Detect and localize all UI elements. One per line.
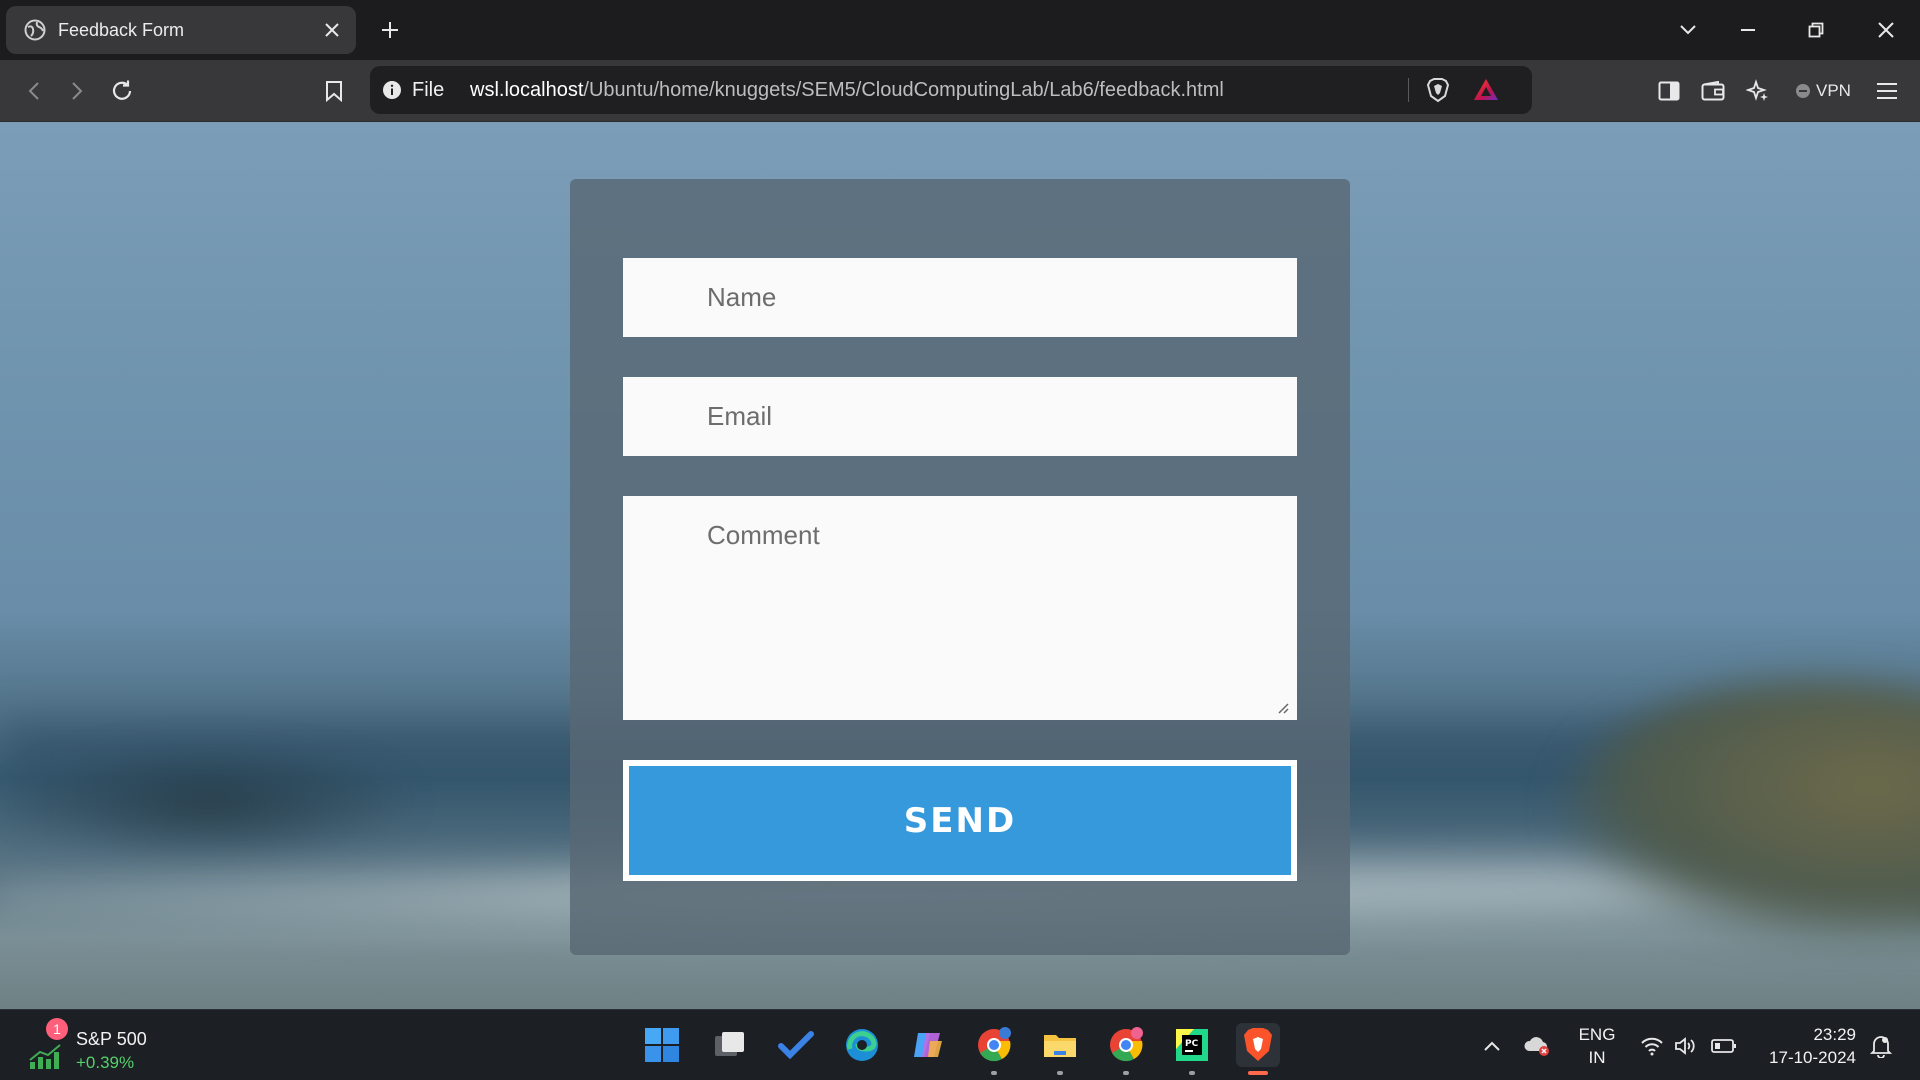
running-indicator	[991, 1071, 997, 1075]
chrome-icon[interactable]	[972, 1023, 1016, 1075]
notification-badge: 1	[46, 1018, 68, 1040]
stock-name: S&P 500	[76, 1029, 147, 1049]
send-button[interactable]: SEND	[623, 760, 1297, 881]
browser-toolbar: File wsl.localhost/Ubuntu/home/knuggets/…	[0, 60, 1920, 122]
comment-field[interactable]	[623, 496, 1297, 720]
vpn-status-icon	[1796, 84, 1810, 98]
info-icon[interactable]	[382, 80, 402, 100]
running-indicator	[1057, 1071, 1063, 1075]
svg-text:PC: PC	[1185, 1039, 1199, 1049]
clock[interactable]: 23:29 17-10-2024	[1750, 1023, 1856, 1069]
scheme-label: File	[412, 79, 445, 101]
email-field[interactable]	[623, 377, 1297, 456]
stock-chart-icon	[28, 1042, 64, 1070]
language-indicator[interactable]: ENG IN	[1572, 1023, 1622, 1069]
resize-grip-icon[interactable]	[1274, 699, 1290, 715]
copilot-icon[interactable]	[906, 1023, 950, 1067]
menu-icon[interactable]	[1870, 74, 1904, 108]
edge-icon[interactable]	[840, 1023, 884, 1067]
tab-feedback-form[interactable]: Feedback Form	[6, 6, 356, 54]
tab-title: Feedback Form	[58, 20, 185, 40]
minimize-icon[interactable]	[1732, 14, 1764, 46]
url-text[interactable]: wsl.localhost/Ubuntu/home/knuggets/SEM5/…	[470, 79, 1224, 102]
tab-strip: Feedback Form	[0, 0, 1920, 60]
sidebar-icon[interactable]	[1652, 74, 1686, 108]
bookmark-icon[interactable]	[317, 74, 351, 108]
pycharm-icon[interactable]: PC	[1170, 1023, 1214, 1075]
onedrive-error-icon[interactable]	[1522, 1026, 1552, 1066]
back-icon[interactable]	[17, 74, 51, 108]
wallet-icon[interactable]	[1696, 74, 1730, 108]
stock-change: +0.39%	[76, 1053, 135, 1072]
page-viewport: SEND	[0, 122, 1920, 1009]
restore-icon[interactable]	[1800, 14, 1832, 46]
active-indicator	[1248, 1071, 1268, 1075]
name-field[interactable]	[623, 258, 1297, 337]
close-window-icon[interactable]	[1870, 14, 1902, 46]
task-view-icon[interactable]	[708, 1023, 752, 1067]
tab-close-icon[interactable]	[320, 18, 344, 42]
brave-shield-icon[interactable]	[1424, 76, 1452, 104]
vpn-label: VPN	[1816, 81, 1851, 100]
forward-icon[interactable]	[60, 74, 94, 108]
vpn-button[interactable]: VPN	[1786, 72, 1860, 110]
running-indicator	[1123, 1071, 1129, 1075]
chrome-profile-icon[interactable]	[1104, 1023, 1148, 1075]
globe-icon	[24, 19, 46, 41]
todo-icon[interactable]	[774, 1023, 818, 1067]
feedback-form: SEND	[570, 179, 1350, 955]
tab-list-chevron-icon[interactable]	[1672, 14, 1704, 46]
leo-ai-icon[interactable]	[1741, 74, 1775, 108]
stock-widget[interactable]: 1 S&P 500 +0.39%	[28, 1018, 158, 1074]
brave-rewards-icon[interactable]	[1472, 76, 1500, 104]
new-tab-icon[interactable]	[376, 16, 404, 44]
battery-icon[interactable]	[1708, 1026, 1740, 1066]
background-headland	[1560, 682, 1920, 942]
wifi-icon[interactable]	[1636, 1026, 1668, 1066]
start-icon[interactable]	[640, 1023, 684, 1067]
file-explorer-icon[interactable]	[1038, 1023, 1082, 1075]
notification-bell-icon[interactable]	[1866, 1026, 1896, 1066]
address-bar[interactable]: File wsl.localhost/Ubuntu/home/knuggets/…	[370, 66, 1532, 114]
running-indicator	[1189, 1071, 1195, 1075]
omnibox-divider	[1408, 78, 1409, 102]
volume-icon[interactable]	[1670, 1026, 1702, 1066]
show-hidden-icons-chevron-icon[interactable]	[1478, 1026, 1506, 1066]
brave-icon[interactable]	[1236, 1023, 1280, 1075]
windows-taskbar: 1 S&P 500 +0.39% PC ENG IN 23:29 17-10-2…	[0, 1009, 1920, 1080]
reload-icon[interactable]	[105, 74, 139, 108]
